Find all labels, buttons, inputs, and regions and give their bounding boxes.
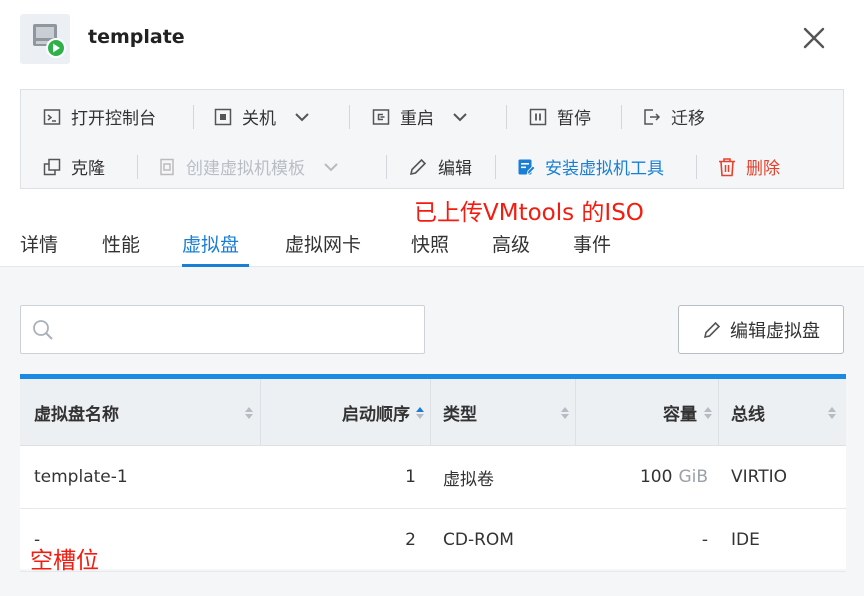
restart-button[interactable]: 重启 xyxy=(372,104,468,129)
toolbar-divider xyxy=(495,155,496,179)
sort-icon[interactable] xyxy=(827,405,837,421)
pencil-icon xyxy=(409,158,427,175)
table-row[interactable]: - 2 CD-ROM - IDE xyxy=(20,509,846,572)
pause-icon xyxy=(529,108,547,125)
sort-icon[interactable] xyxy=(560,405,570,421)
search-input[interactable] xyxy=(69,316,413,344)
toolbar-divider xyxy=(193,105,194,129)
column-header-boot-order[interactable]: 启动顺序 xyxy=(270,379,410,445)
iso-upload-annotation: 已上传VMtools 的ISO xyxy=(414,200,644,226)
delete-button[interactable]: 删除 xyxy=(718,154,780,179)
type-cell: CD-ROM xyxy=(443,530,514,550)
tab-advanced[interactable]: 高级 xyxy=(492,230,530,257)
close-icon[interactable] xyxy=(800,24,828,52)
column-header-bus[interactable]: 总线 xyxy=(731,379,811,445)
clone-icon xyxy=(43,158,61,175)
bus-cell: IDE xyxy=(731,530,760,550)
chevron-down-icon xyxy=(295,112,309,121)
search-box[interactable] xyxy=(20,305,425,354)
install-tools-icon xyxy=(518,159,535,176)
console-icon xyxy=(43,108,61,125)
stop-icon xyxy=(214,108,232,125)
tab-virtual-disks[interactable]: 虚拟盘 xyxy=(182,230,239,257)
toolbar-divider xyxy=(621,105,622,129)
toolbar-divider xyxy=(696,155,697,179)
create-template-button[interactable]: 创建虚拟机模板 xyxy=(158,154,339,179)
pause-button[interactable]: 暂停 xyxy=(529,104,591,129)
edit-virtual-disk-button[interactable]: 编辑虚拟盘 xyxy=(678,305,844,354)
restart-icon xyxy=(372,108,390,125)
capacity-cell: 100 GiB xyxy=(639,467,708,487)
clone-button[interactable]: 克隆 xyxy=(43,154,105,179)
disk-name-cell: template-1 xyxy=(34,467,128,487)
tab-details[interactable]: 详情 xyxy=(20,230,58,257)
boot-order-cell: 1 xyxy=(405,467,416,487)
sort-icon[interactable] xyxy=(703,405,713,421)
action-toolbar: 打开控制台 关机 重启 暂停 迁移 克隆 创建虚拟机模板 编辑 安装虚拟机工具 xyxy=(20,89,844,189)
table-row[interactable]: template-1 1 虚拟卷 100 GiB VIRTIO xyxy=(20,446,846,509)
column-header-name[interactable]: 虚拟盘名称 xyxy=(34,379,254,445)
capacity-cell: - xyxy=(701,530,708,550)
shutdown-button[interactable]: 关机 xyxy=(214,104,310,129)
trash-icon xyxy=(719,157,735,176)
chevron-down-icon xyxy=(324,162,338,171)
column-divider xyxy=(430,379,431,445)
tab-performance[interactable]: 性能 xyxy=(102,230,140,257)
column-header-capacity[interactable]: 容量 xyxy=(585,379,697,445)
column-divider xyxy=(260,379,261,445)
vm-avatar-icon xyxy=(20,14,70,64)
empty-slot-annotation: 空槽位 xyxy=(30,548,99,574)
install-vm-tools-button[interactable]: 安装虚拟机工具 xyxy=(517,154,664,179)
pencil-icon xyxy=(703,321,721,338)
bus-cell: VIRTIO xyxy=(731,467,787,487)
template-icon xyxy=(160,158,174,175)
tab-snapshots[interactable]: 快照 xyxy=(411,230,449,257)
column-divider xyxy=(718,379,719,445)
tab-virtual-nics[interactable]: 虚拟网卡 xyxy=(285,230,361,257)
sort-icon[interactable] xyxy=(244,405,254,421)
chevron-down-icon xyxy=(453,112,467,121)
tab-events[interactable]: 事件 xyxy=(573,230,611,257)
table-header: 虚拟盘名称 启动顺序 类型 容量 总线 xyxy=(20,379,846,446)
virtual-disk-table: 虚拟盘名称 启动顺序 类型 容量 总线 template-1 1 虚拟卷 100… xyxy=(20,374,846,572)
migrate-icon xyxy=(644,108,661,125)
column-divider xyxy=(575,379,576,445)
sort-icon[interactable] xyxy=(415,405,425,421)
column-header-type[interactable]: 类型 xyxy=(443,379,563,445)
toolbar-divider xyxy=(349,105,350,129)
type-cell: 虚拟卷 xyxy=(443,469,494,490)
edit-button[interactable]: 编辑 xyxy=(408,154,472,179)
toolbar-divider xyxy=(506,105,507,129)
toolbar-divider xyxy=(137,155,138,179)
migrate-button[interactable]: 迁移 xyxy=(643,104,705,129)
page-title: template xyxy=(88,26,185,48)
open-console-button[interactable]: 打开控制台 xyxy=(43,104,156,129)
search-icon xyxy=(33,320,53,340)
boot-order-cell: 2 xyxy=(405,530,416,550)
toolbar-divider xyxy=(386,155,387,179)
